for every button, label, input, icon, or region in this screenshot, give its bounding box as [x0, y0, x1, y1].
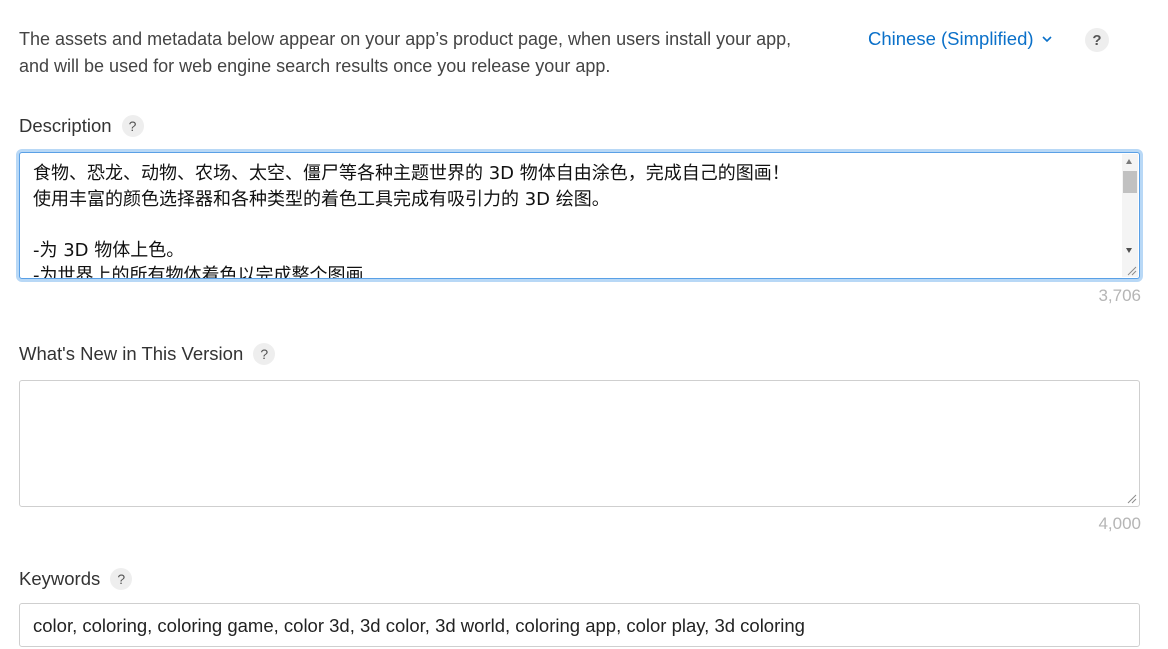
scroll-thumb[interactable]: [1123, 171, 1137, 193]
keywords-input-value: color, coloring, coloring game, color 3d…: [33, 615, 805, 636]
keywords-help-button[interactable]: ?: [110, 568, 133, 590]
keywords-label-row: Keywords ?: [19, 568, 133, 590]
description-char-counter: 3,706: [1098, 286, 1141, 305]
description-scrollbar[interactable]: [1122, 154, 1138, 277]
scroll-up-arrow-icon[interactable]: [1126, 159, 1132, 164]
whats-new-textarea[interactable]: [19, 380, 1140, 507]
language-selector[interactable]: Chinese (Simplified): [868, 27, 1053, 51]
whats-new-text: [33, 389, 1115, 506]
keywords-input[interactable]: color, coloring, coloring game, color 3d…: [19, 603, 1140, 647]
language-help-button[interactable]: ?: [1085, 28, 1109, 52]
description-textarea[interactable]: 食物、恐龙、动物、农场、太空、僵尸等各种主题世界的 3D 物体自由涂色，完成自己…: [19, 152, 1140, 279]
whats-new-help-button[interactable]: ?: [253, 343, 276, 365]
scroll-down-arrow-icon[interactable]: [1126, 248, 1132, 253]
resize-grip-icon[interactable]: [1127, 266, 1137, 276]
whats-new-char-counter: 4,000: [1098, 514, 1141, 533]
language-selector-value: Chinese (Simplified): [868, 28, 1034, 49]
whats-new-label: What's New in This Version: [19, 343, 244, 364]
keywords-label: Keywords: [19, 568, 101, 589]
intro-text: The assets and metadata below appear on …: [19, 29, 792, 76]
description-label: Description: [19, 115, 112, 136]
description-help-button[interactable]: ?: [121, 115, 144, 137]
whats-new-label-row: What's New in This Version ?: [19, 343, 276, 365]
app-store-metadata-page: The assets and metadata below appear on …: [0, 0, 1168, 649]
chevron-down-icon: [1041, 36, 1052, 43]
description-text: 食物、恐龙、动物、农场、太空、僵尸等各种主题世界的 3D 物体自由涂色，完成自己…: [33, 163, 790, 278]
description-label-row: Description ?: [19, 115, 144, 137]
resize-grip-icon[interactable]: [1127, 494, 1137, 504]
